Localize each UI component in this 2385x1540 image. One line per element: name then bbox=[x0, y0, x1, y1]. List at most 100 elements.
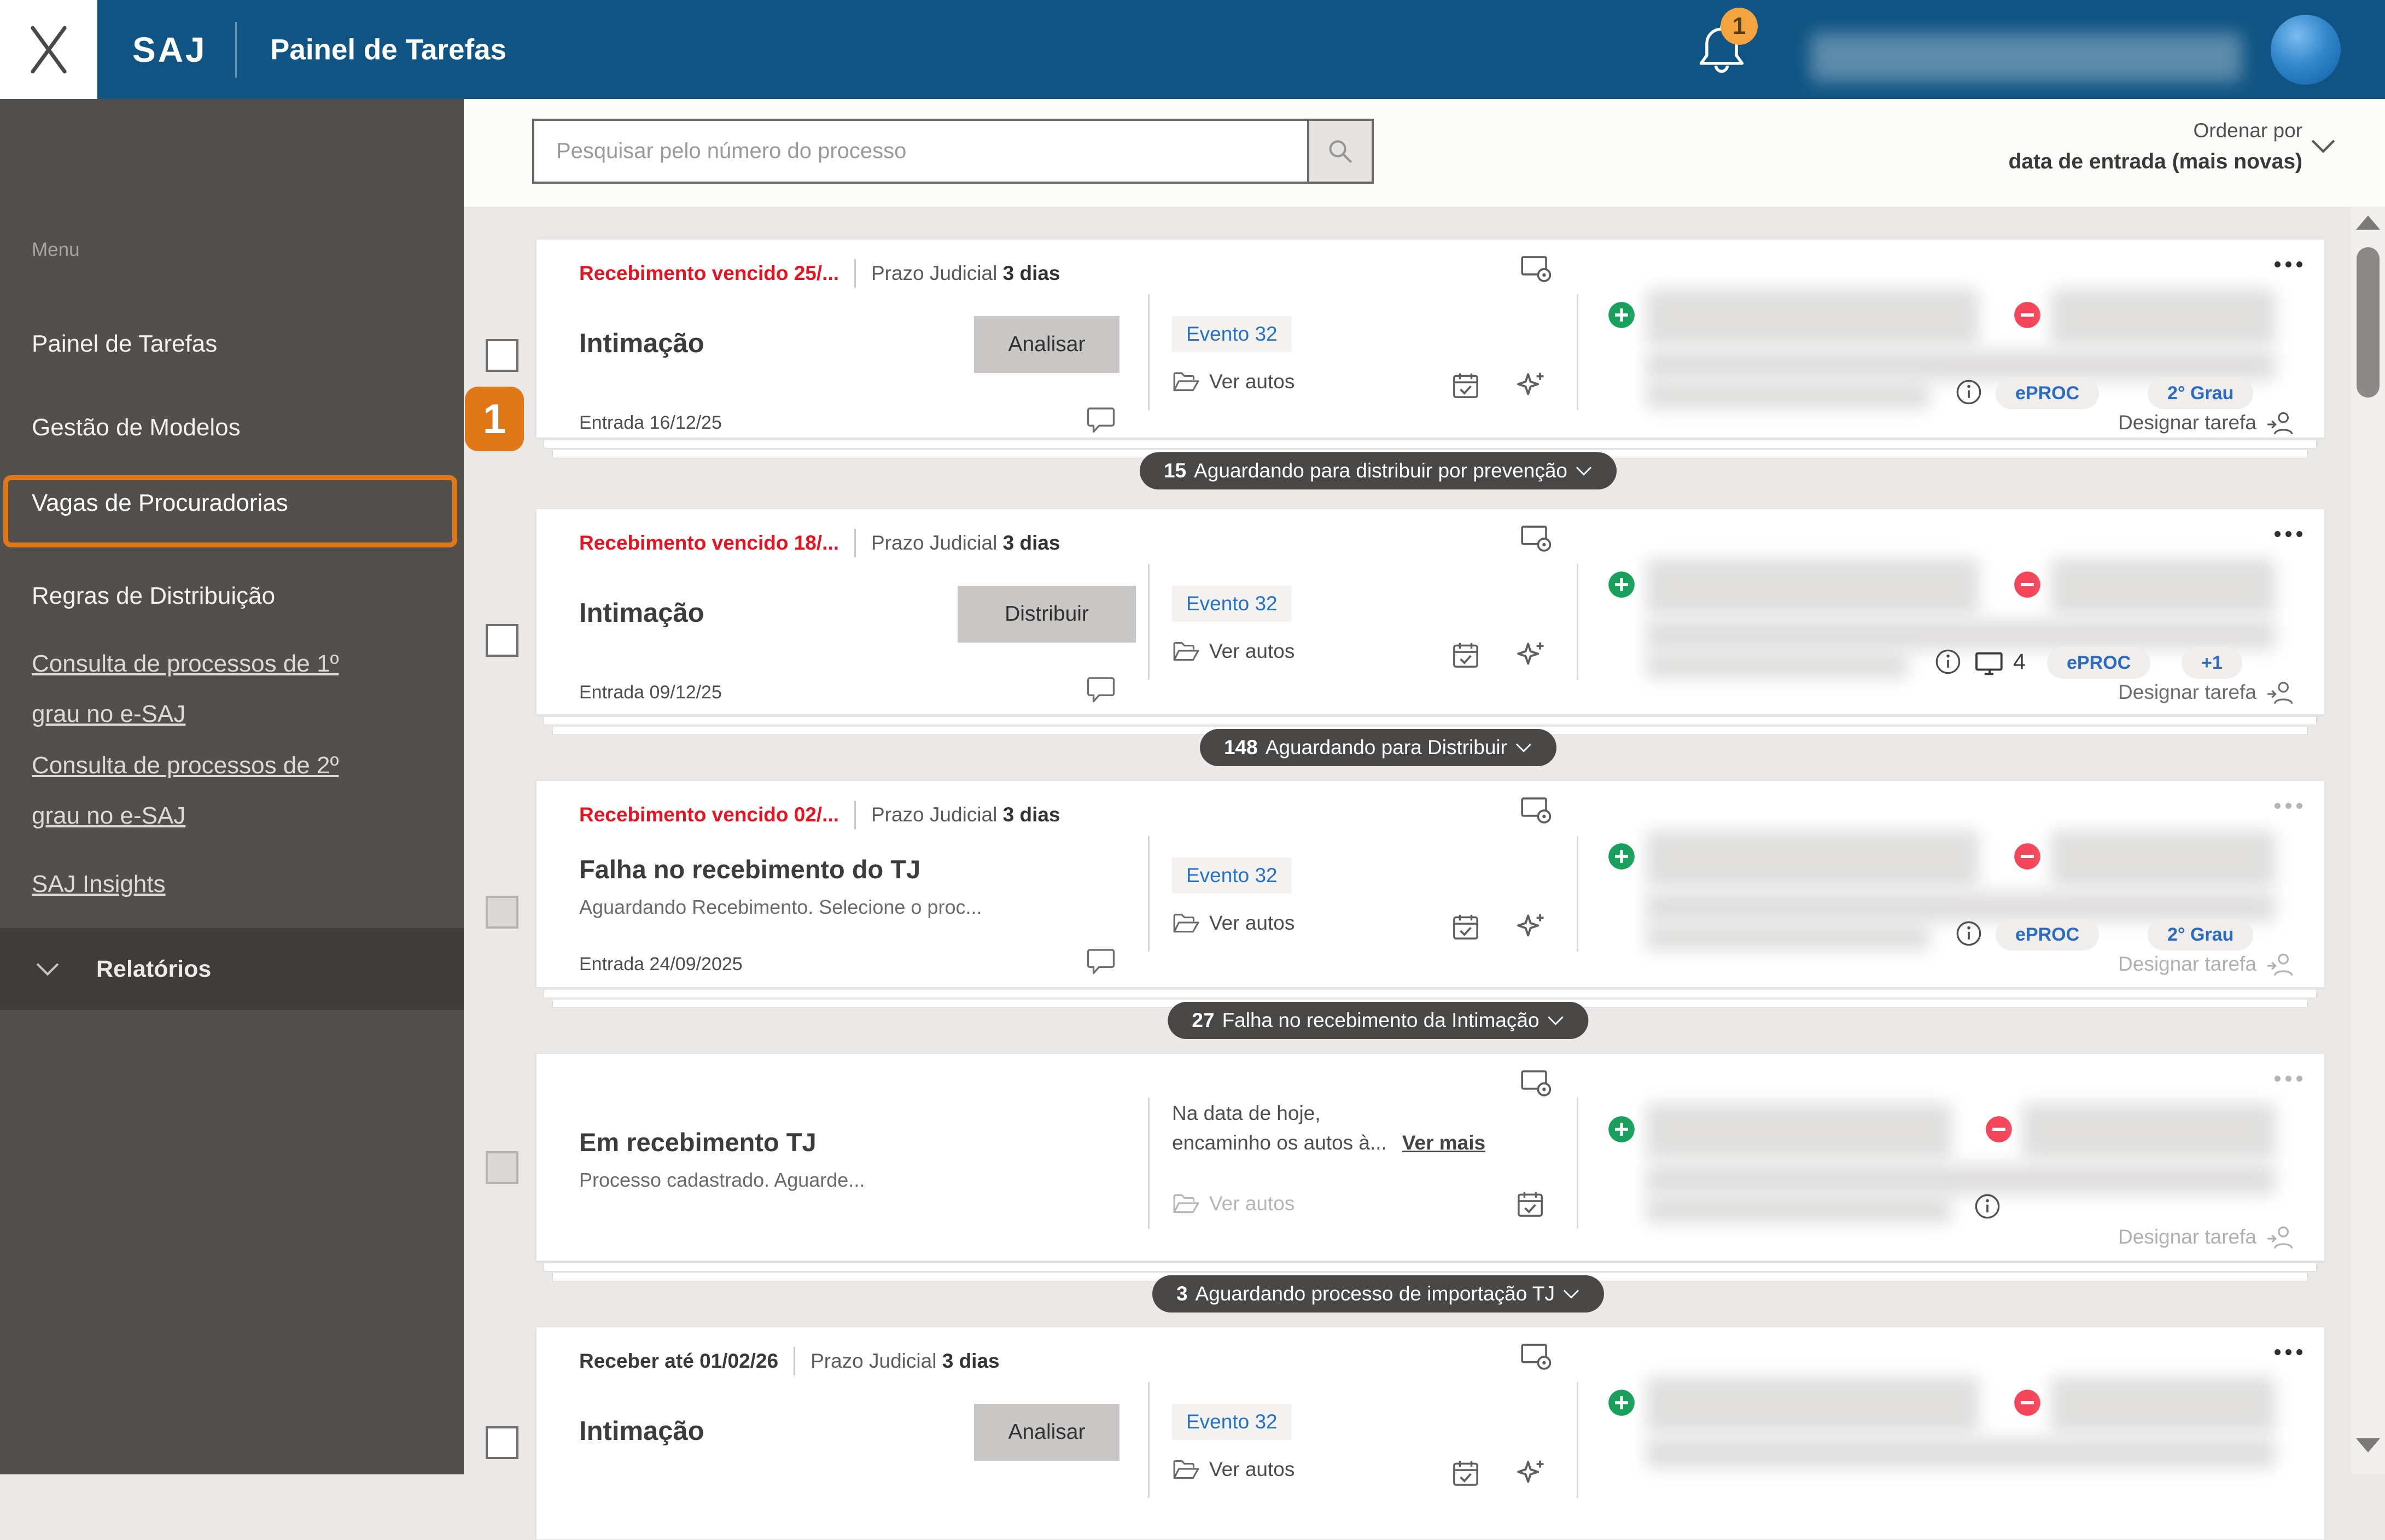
sparkle-icon[interactable] bbox=[1513, 1456, 1547, 1490]
group-label: Aguardando para distribuir por prevenção bbox=[1194, 459, 1568, 482]
screen-capture-icon[interactable] bbox=[1520, 1068, 1554, 1099]
entrada-date: Entrada 16/12/25 bbox=[579, 412, 722, 433]
monitor-count: 4 bbox=[2013, 649, 2026, 674]
calendar-check-icon[interactable] bbox=[1451, 640, 1480, 670]
calendar-check-icon[interactable] bbox=[1451, 371, 1480, 400]
party-plus-icon bbox=[1607, 842, 1636, 871]
deadline-text: Recebimento vencido 02/... bbox=[579, 803, 839, 826]
card-menu-button[interactable] bbox=[2275, 531, 2302, 537]
card-checkbox[interactable] bbox=[486, 624, 518, 657]
designar-tarefa-button: Designar tarefa bbox=[2118, 950, 2296, 978]
card-menu-button[interactable] bbox=[2275, 1076, 2302, 1082]
designar-tarefa-button[interactable]: Designar tarefa bbox=[2118, 409, 2296, 436]
redacted-case-number bbox=[1646, 1196, 1952, 1223]
card-checkbox[interactable] bbox=[486, 339, 518, 372]
avatar[interactable] bbox=[2271, 15, 2341, 85]
evento-link[interactable]: Evento 32 bbox=[1172, 586, 1292, 622]
analisar-button[interactable]: Analisar bbox=[974, 316, 1119, 373]
redacted-party-name bbox=[1646, 830, 1979, 887]
info-icon[interactable] bbox=[1974, 1193, 2001, 1220]
folder-icon bbox=[1172, 1457, 1200, 1481]
evento-link[interactable]: Evento 32 bbox=[1172, 858, 1292, 894]
ver-autos-link[interactable]: Ver autos bbox=[1172, 639, 1294, 663]
prazo-label: Prazo Judicial bbox=[871, 803, 998, 826]
card-checkbox[interactable] bbox=[486, 1426, 518, 1459]
search-input[interactable] bbox=[532, 119, 1309, 184]
group-pill-importacao[interactable]: 3 Aguardando processo de importação TJ bbox=[1152, 1275, 1605, 1312]
close-menu-button[interactable] bbox=[0, 0, 97, 99]
comment-icon[interactable] bbox=[1086, 674, 1116, 703]
divider bbox=[854, 801, 856, 829]
sidebar: Menu Painel de Tarefas Gestão de Modelos… bbox=[0, 99, 464, 1474]
sidebar-link-consulta-1-grau[interactable]: Consulta de processos de 1º grau no e-SA… bbox=[32, 639, 382, 739]
user-name-redacted[interactable] bbox=[1810, 33, 2242, 82]
group-pill-falha[interactable]: 27 Falha no recebimento da Intimação bbox=[1168, 1002, 1589, 1039]
redacted-party-name bbox=[2050, 558, 2276, 615]
deadline-row: Recebimento vencido 25/... Prazo Judicia… bbox=[579, 258, 1060, 289]
screen-capture-icon[interactable] bbox=[1520, 523, 1554, 554]
calendar-check-icon[interactable] bbox=[1515, 1189, 1545, 1219]
party-minus-icon bbox=[2013, 301, 2042, 329]
info-icon[interactable] bbox=[1955, 378, 1982, 406]
scrollbar-down-arrow[interactable] bbox=[2356, 1438, 2380, 1452]
annotation-step-badge: 1 bbox=[465, 387, 524, 451]
redacted-case-info bbox=[1646, 1164, 2276, 1195]
scrollbar-up-arrow[interactable] bbox=[2356, 215, 2380, 230]
sidebar-link-saj-insights[interactable]: SAJ Insights bbox=[32, 859, 382, 909]
distribuir-button[interactable]: Distribuir bbox=[958, 586, 1136, 643]
info-icon[interactable] bbox=[1955, 920, 1982, 947]
ver-autos-link[interactable]: Ver autos bbox=[1172, 1457, 1294, 1481]
ver-autos-link[interactable]: Ver autos bbox=[1172, 370, 1294, 394]
sidebar-item-regras-de-distribuicao[interactable]: Regras de Distribuição bbox=[32, 582, 275, 610]
calendar-check-icon[interactable] bbox=[1451, 912, 1480, 942]
sparkle-icon[interactable] bbox=[1513, 910, 1547, 944]
screen-capture-icon[interactable] bbox=[1520, 1341, 1554, 1372]
divider bbox=[854, 529, 856, 557]
redacted-case-number bbox=[1646, 651, 1908, 679]
sidebar-item-gestao-de-modelos[interactable]: Gestão de Modelos bbox=[32, 414, 241, 441]
sidebar-link-consulta-2-grau[interactable]: Consulta de processos de 2º grau no e-SA… bbox=[32, 740, 382, 841]
sort-chevron-icon[interactable] bbox=[2310, 138, 2336, 154]
screen-capture-icon[interactable] bbox=[1520, 254, 1554, 284]
group-pill-distribuir[interactable]: 148 Aguardando para Distribuir bbox=[1200, 729, 1556, 766]
sort-control[interactable]: Ordenar por data de entrada (mais novas) bbox=[2008, 119, 2302, 174]
divider bbox=[1148, 564, 1150, 680]
card-menu-button[interactable] bbox=[2275, 1349, 2302, 1355]
calendar-check-icon[interactable] bbox=[1451, 1459, 1480, 1488]
ver-autos-link[interactable]: Ver autos bbox=[1172, 911, 1294, 935]
card-menu-button[interactable] bbox=[2275, 261, 2302, 267]
designar-tarefa-button[interactable]: Designar tarefa bbox=[2118, 679, 2296, 706]
card-checkbox-disabled bbox=[486, 896, 518, 929]
divider bbox=[1577, 564, 1578, 680]
card-menu-button[interactable] bbox=[2275, 803, 2302, 809]
divider bbox=[1148, 836, 1150, 952]
top-bar: SAJ Painel de Tarefas 1 bbox=[0, 0, 2385, 99]
entrada-date: Entrada 09/12/25 bbox=[579, 682, 722, 703]
info-icon[interactable] bbox=[1934, 648, 1962, 675]
evento-link[interactable]: Evento 32 bbox=[1172, 1404, 1292, 1440]
search-button[interactable] bbox=[1309, 119, 1374, 184]
scrollbar-thumb[interactable] bbox=[2357, 247, 2380, 398]
badge-plus1[interactable]: +1 bbox=[2182, 647, 2242, 679]
card-title: Falha no recebimento do TJ bbox=[579, 855, 921, 884]
comment-icon[interactable] bbox=[1086, 946, 1116, 975]
analisar-button[interactable]: Analisar bbox=[974, 1404, 1119, 1461]
group-pill-prevencao[interactable]: 15 Aguardando para distribuir por preven… bbox=[1139, 452, 1617, 489]
group-label: Falha no recebimento da Intimação bbox=[1222, 1009, 1540, 1031]
sparkle-icon[interactable] bbox=[1513, 369, 1547, 402]
redacted-party-name bbox=[2050, 830, 2276, 887]
search-icon bbox=[1326, 137, 1355, 166]
sidebar-item-vagas-de-procuradorias[interactable]: Vagas de Procuradorias bbox=[32, 489, 288, 517]
sidebar-item-painel-de-tarefas[interactable]: Painel de Tarefas bbox=[32, 330, 217, 358]
sparkle-icon[interactable] bbox=[1513, 638, 1547, 672]
deadline-text: Recebimento vencido 18/... bbox=[579, 532, 839, 554]
screen-capture-icon[interactable] bbox=[1520, 795, 1554, 826]
party-plus-icon bbox=[1607, 1389, 1636, 1417]
evento-link[interactable]: Evento 32 bbox=[1172, 316, 1292, 352]
comment-icon[interactable] bbox=[1086, 405, 1116, 433]
redacted-case-number bbox=[1646, 382, 1930, 409]
sidebar-section-relatorios[interactable]: Relatórios bbox=[0, 928, 464, 1010]
badge-eproc: ePROC bbox=[1996, 377, 2100, 409]
ver-autos-label: Ver autos bbox=[1209, 370, 1295, 393]
ver-mais-link[interactable]: Ver mais bbox=[1402, 1131, 1485, 1154]
